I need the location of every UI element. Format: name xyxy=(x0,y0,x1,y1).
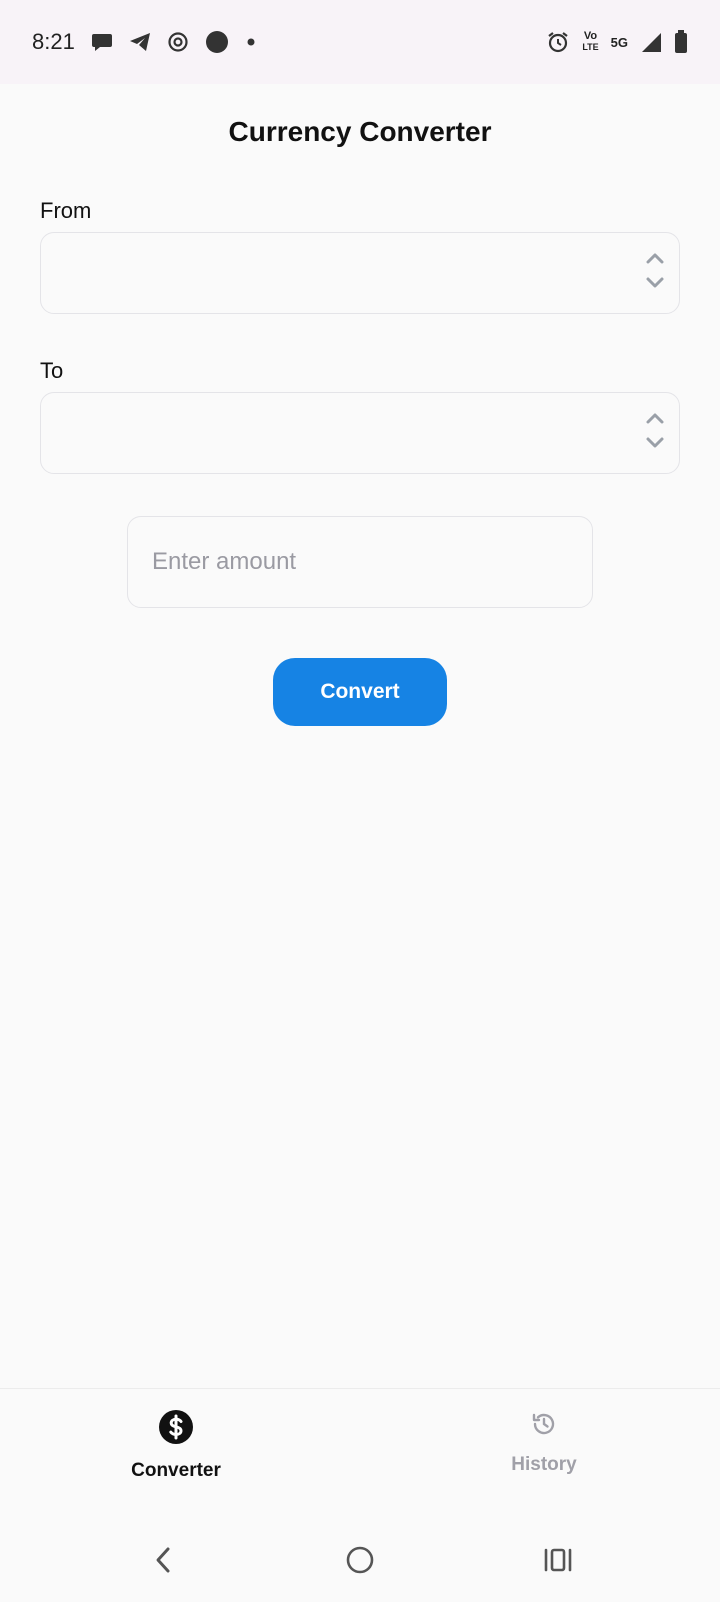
battery-icon xyxy=(674,30,688,54)
chevron-up-icon xyxy=(645,251,665,270)
from-label: From xyxy=(40,198,92,223)
to-label: To xyxy=(40,358,64,383)
network-type-text: 5G xyxy=(610,34,628,50)
signal-icon xyxy=(640,31,662,53)
volte-top-label: Vo xyxy=(583,30,598,42)
tab-converter-label: Converter xyxy=(131,1460,221,1481)
status-time: 8:21 xyxy=(32,29,75,54)
volte-icon: Vo LTE xyxy=(582,31,598,53)
page-title: Currency Converter xyxy=(228,116,492,147)
status-bar: 8:21 Vo LTE 5G xyxy=(0,0,720,84)
small-dot-icon xyxy=(245,36,257,48)
status-left: 8:21 xyxy=(32,29,257,55)
convert-button[interactable]: Convert xyxy=(273,658,447,726)
location-ring-icon xyxy=(167,31,189,53)
chevron-down-icon xyxy=(645,276,665,295)
to-select-arrows xyxy=(645,411,665,455)
dollar-circle-icon xyxy=(158,1409,194,1450)
bottom-tab-bar: Converter History xyxy=(0,1388,720,1500)
chat-bubble-icon xyxy=(91,32,113,52)
system-nav-bar xyxy=(0,1520,720,1602)
telegram-icon xyxy=(129,32,151,52)
tab-history-label: History xyxy=(511,1454,577,1475)
network-type-label: 5G xyxy=(610,34,628,50)
to-currency-select[interactable] xyxy=(40,392,680,474)
amount-input[interactable] xyxy=(127,516,593,608)
from-select-arrows xyxy=(645,251,665,295)
chevron-down-icon xyxy=(645,436,665,455)
tab-converter[interactable]: Converter xyxy=(76,1409,276,1482)
alarm-icon xyxy=(546,30,570,54)
chevron-up-icon xyxy=(645,411,665,430)
tab-history[interactable]: History xyxy=(444,1409,644,1476)
status-right: Vo LTE 5G xyxy=(546,30,688,54)
dot-filled-icon xyxy=(205,30,229,54)
volte-bottom-label: LTE xyxy=(582,42,599,52)
history-icon xyxy=(529,1409,559,1444)
nav-home-button[interactable] xyxy=(338,1538,382,1582)
nav-recents-button[interactable] xyxy=(536,1538,580,1582)
from-currency-select[interactable] xyxy=(40,232,680,314)
nav-back-button[interactable] xyxy=(142,1538,186,1582)
